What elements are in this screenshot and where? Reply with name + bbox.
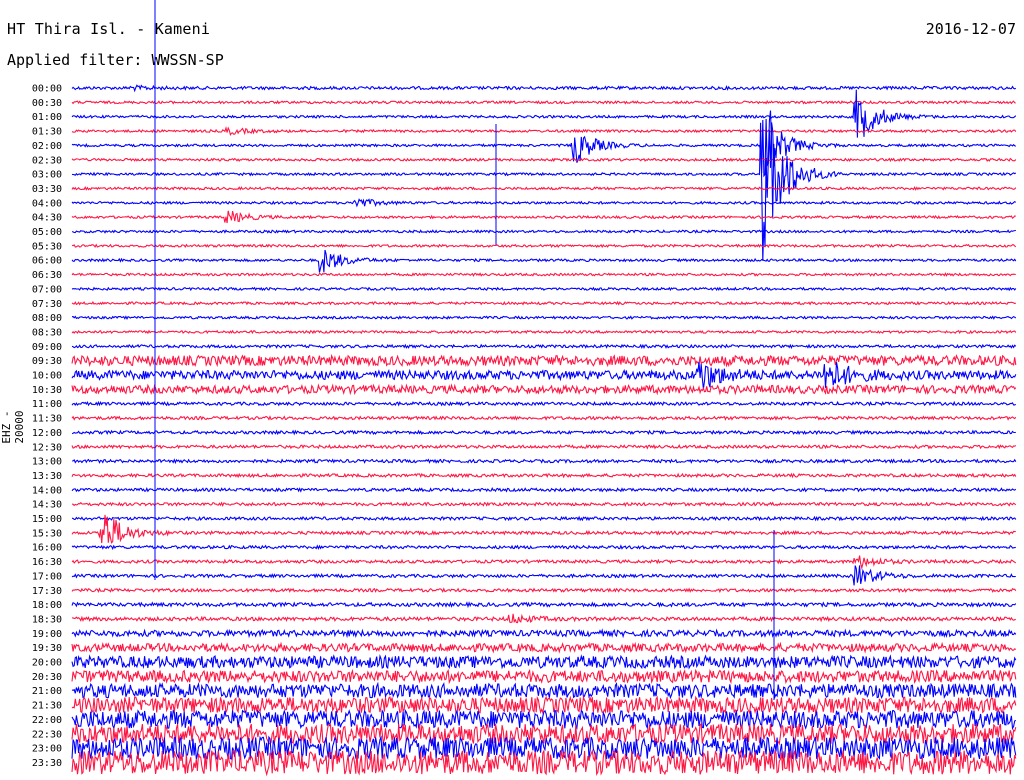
trace-row bbox=[71, 286, 1017, 292]
helicorder-plot: 00:00 00:30 01:00 01:30 02:00 02:30 03:00 03:30… bbox=[32, 0, 1017, 777]
trace-row bbox=[71, 681, 1017, 700]
trace-row bbox=[71, 353, 1017, 368]
time-label: 06:00 bbox=[32, 256, 62, 267]
time-label: 07:30 bbox=[32, 299, 62, 310]
time-label: 09:30 bbox=[32, 356, 62, 367]
trace-row bbox=[71, 613, 1016, 624]
time-label: 04:30 bbox=[32, 213, 62, 224]
trace-row bbox=[71, 329, 1017, 335]
time-label: 03:30 bbox=[32, 184, 62, 195]
trace-row bbox=[71, 723, 1017, 746]
time-label: 18:00 bbox=[32, 600, 62, 611]
trace-row bbox=[71, 708, 1017, 731]
trace-row bbox=[71, 601, 1017, 609]
time-label: 06:30 bbox=[32, 270, 62, 281]
trace-row bbox=[71, 654, 1017, 670]
time-label: 14:00 bbox=[32, 485, 62, 496]
trace-row bbox=[71, 641, 1017, 654]
time-label: 11:00 bbox=[32, 399, 62, 410]
trace-row bbox=[71, 361, 1017, 390]
time-label: 12:30 bbox=[32, 442, 62, 453]
trace-row bbox=[71, 458, 1017, 465]
trace-row bbox=[71, 84, 1017, 93]
trace-row bbox=[71, 443, 1017, 450]
time-label: 09:00 bbox=[32, 342, 62, 353]
trace-row bbox=[71, 198, 1017, 208]
trace-row bbox=[71, 300, 1016, 306]
trace-row bbox=[71, 89, 1017, 138]
time-label: 15:30 bbox=[32, 528, 62, 539]
time-label: 22:30 bbox=[32, 729, 62, 740]
time-label: 22:00 bbox=[32, 715, 62, 726]
time-label: 23:30 bbox=[32, 758, 62, 769]
time-label: 10:30 bbox=[32, 385, 62, 396]
time-label: 17:30 bbox=[32, 586, 62, 597]
time-label: 04:00 bbox=[32, 198, 62, 209]
time-label: 15:00 bbox=[32, 514, 62, 525]
trace-row bbox=[71, 110, 1017, 261]
trace-row bbox=[71, 118, 1017, 178]
trace-row bbox=[71, 515, 1017, 522]
time-label: 17:00 bbox=[32, 571, 62, 582]
time-label: 11:30 bbox=[32, 414, 62, 425]
trace-row bbox=[71, 383, 1017, 396]
trace-row bbox=[71, 210, 1016, 224]
trace-row bbox=[71, 555, 1017, 570]
trace-row bbox=[71, 315, 1017, 321]
trace-row bbox=[71, 501, 1017, 508]
trace-row bbox=[71, 243, 1017, 249]
time-label: 10:00 bbox=[32, 371, 62, 382]
time-label: 01:30 bbox=[32, 127, 62, 138]
trace-row bbox=[71, 400, 1017, 407]
trace-row bbox=[71, 695, 1017, 715]
time-label: 19:00 bbox=[32, 629, 62, 640]
time-label: 20:30 bbox=[32, 672, 62, 683]
time-label: 16:00 bbox=[32, 543, 62, 554]
time-label: 05:30 bbox=[32, 241, 62, 252]
trace-row bbox=[71, 668, 1017, 685]
time-label: 19:30 bbox=[32, 643, 62, 654]
time-label: 08:30 bbox=[32, 327, 62, 338]
trace-row bbox=[71, 343, 1017, 350]
time-label: 21:30 bbox=[32, 701, 62, 712]
trace-row bbox=[71, 429, 1016, 436]
time-label: 18:30 bbox=[32, 614, 62, 625]
trace-row bbox=[71, 100, 1016, 105]
trace-row bbox=[71, 249, 1017, 273]
trace-row bbox=[71, 272, 1016, 277]
trace-row bbox=[71, 544, 1016, 551]
trace-row bbox=[71, 472, 1017, 479]
trace-row bbox=[71, 157, 1017, 163]
time-label: 13:00 bbox=[32, 457, 62, 468]
time-label: 01:00 bbox=[32, 112, 62, 123]
time-label: 00:30 bbox=[32, 98, 62, 109]
time-label: 00:00 bbox=[32, 84, 62, 95]
time-label: 23:00 bbox=[32, 744, 62, 755]
trace-row bbox=[71, 415, 1017, 421]
time-label: 14:30 bbox=[32, 500, 62, 511]
time-label: 02:00 bbox=[32, 141, 62, 152]
time-label: 02:30 bbox=[32, 155, 62, 166]
trace-row bbox=[71, 125, 1017, 136]
trace-row bbox=[71, 565, 1016, 586]
trace-row bbox=[71, 486, 1017, 493]
time-label: 05:00 bbox=[32, 227, 62, 238]
time-label: 20:00 bbox=[32, 658, 62, 669]
trace-row bbox=[71, 229, 1016, 234]
time-label: 03:00 bbox=[32, 170, 62, 181]
time-label: 13:30 bbox=[32, 471, 62, 482]
time-axis-labels: 00:00 00:30 01:00 01:30 02:00 02:30 03:00 03:30… bbox=[32, 84, 62, 769]
time-label: 07:00 bbox=[32, 284, 62, 295]
trace-group bbox=[71, 0, 1017, 777]
time-label: 12:00 bbox=[32, 428, 62, 439]
time-label: 16:30 bbox=[32, 557, 62, 568]
trace-row bbox=[71, 186, 1017, 191]
time-label: 21:00 bbox=[32, 686, 62, 697]
trace-row bbox=[71, 587, 1017, 594]
time-label: 08:00 bbox=[32, 313, 62, 324]
trace-row bbox=[71, 628, 1017, 639]
